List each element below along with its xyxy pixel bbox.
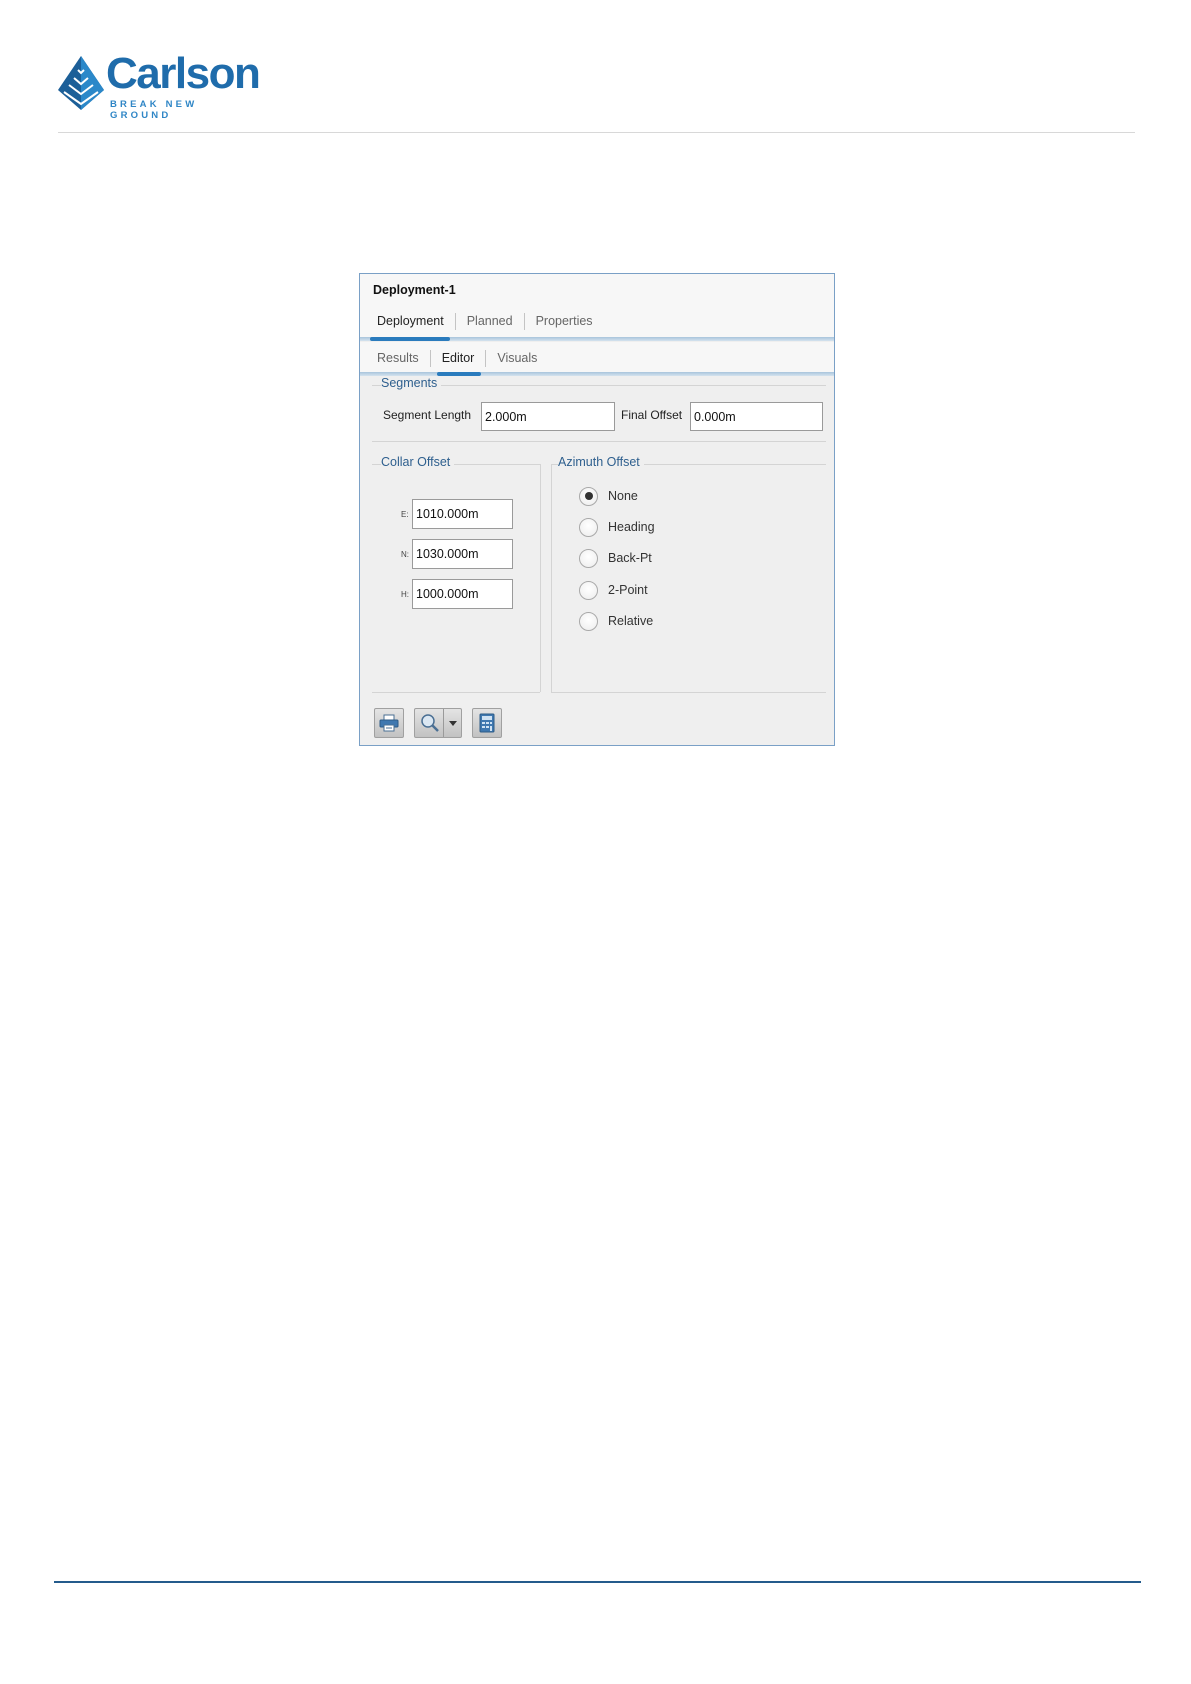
radio-unselected-icon[interactable]: [579, 548, 598, 568]
carlson-logo: Carlson BREAK NEW GROUND: [58, 49, 261, 121]
segment-length-label: Segment Length: [383, 408, 472, 422]
collar-group-right-border: [540, 464, 541, 692]
segments-group-title: Segments: [381, 376, 442, 390]
easting-label: E:: [401, 510, 409, 519]
logo-tagline: BREAK NEW GROUND: [110, 99, 198, 121]
dialog-title: Deployment-1: [373, 283, 456, 297]
azimuth-option-label: Heading: [608, 520, 655, 534]
radio-selected-icon[interactable]: [579, 486, 598, 506]
azimuth-option-heading[interactable]: Heading: [579, 516, 655, 538]
calculator-button[interactable]: [472, 708, 502, 738]
azimuth-option-none[interactable]: None: [579, 485, 638, 507]
print-button[interactable]: [374, 708, 404, 738]
radio-unselected-icon[interactable]: [579, 611, 598, 631]
main-tab-active-indicator: [370, 337, 450, 341]
radio-unselected-icon[interactable]: [579, 580, 598, 600]
zoom-dropdown-toggle[interactable]: [443, 709, 461, 737]
segments-group-bottom: [372, 441, 826, 442]
radio-unselected-icon[interactable]: [579, 517, 598, 537]
azimuth-option-label: 2-Point: [608, 583, 648, 597]
easting-input[interactable]: [412, 499, 513, 529]
calculator-icon: [479, 713, 495, 733]
azimuth-option-2-point[interactable]: 2-Point: [579, 579, 648, 601]
footer-divider: [54, 1581, 1141, 1583]
azimuth-offset-title: Azimuth Offset: [558, 455, 644, 469]
azimuth-option-relative[interactable]: Relative: [579, 610, 653, 632]
azimuth-group-left-border: [551, 464, 552, 692]
tab-properties[interactable]: Properties: [525, 313, 604, 330]
final-offset-input[interactable]: [690, 402, 823, 431]
chevron-down-icon: [448, 720, 457, 726]
azimuth-option-label: Relative: [608, 614, 654, 628]
tab-visuals[interactable]: Visuals: [486, 350, 548, 367]
height-label: H:: [401, 590, 409, 599]
collar-group-bottom: [372, 692, 540, 693]
carlson-pyramid-icon: [58, 56, 104, 110]
zoom-split-button[interactable]: [414, 708, 462, 738]
azimuth-option-label: None: [608, 489, 638, 503]
main-tab-indicator-bar: [360, 337, 834, 341]
azimuth-option-label: Back-Pt: [608, 551, 652, 565]
collar-offset-title: Collar Offset: [381, 455, 455, 469]
printer-icon: [379, 714, 399, 732]
tab-results[interactable]: Results: [366, 349, 431, 367]
sub-tab-strip: Results Editor Visuals: [366, 346, 548, 370]
magnifier-icon: [421, 714, 439, 732]
tab-deployment[interactable]: Deployment: [366, 312, 456, 330]
tab-editor[interactable]: Editor: [431, 349, 487, 367]
northing-label: N:: [401, 550, 409, 559]
deployment-dialog: Deployment-1 Deployment Planned Properti…: [359, 273, 835, 746]
northing-input[interactable]: [412, 539, 513, 569]
logo-wordmark: Carlson: [106, 49, 261, 98]
tab-planned[interactable]: Planned: [456, 312, 525, 330]
main-tab-strip: Deployment Planned Properties: [366, 309, 604, 333]
header-divider: [58, 132, 1135, 133]
segment-length-input[interactable]: [481, 402, 615, 431]
azimuth-option-back-pt[interactable]: Back-Pt: [579, 547, 652, 569]
azimuth-group-bottom: [551, 692, 826, 693]
sub-tab-active-indicator: [437, 372, 481, 376]
height-input[interactable]: [412, 579, 513, 609]
final-offset-label: Final Offset: [621, 408, 683, 422]
